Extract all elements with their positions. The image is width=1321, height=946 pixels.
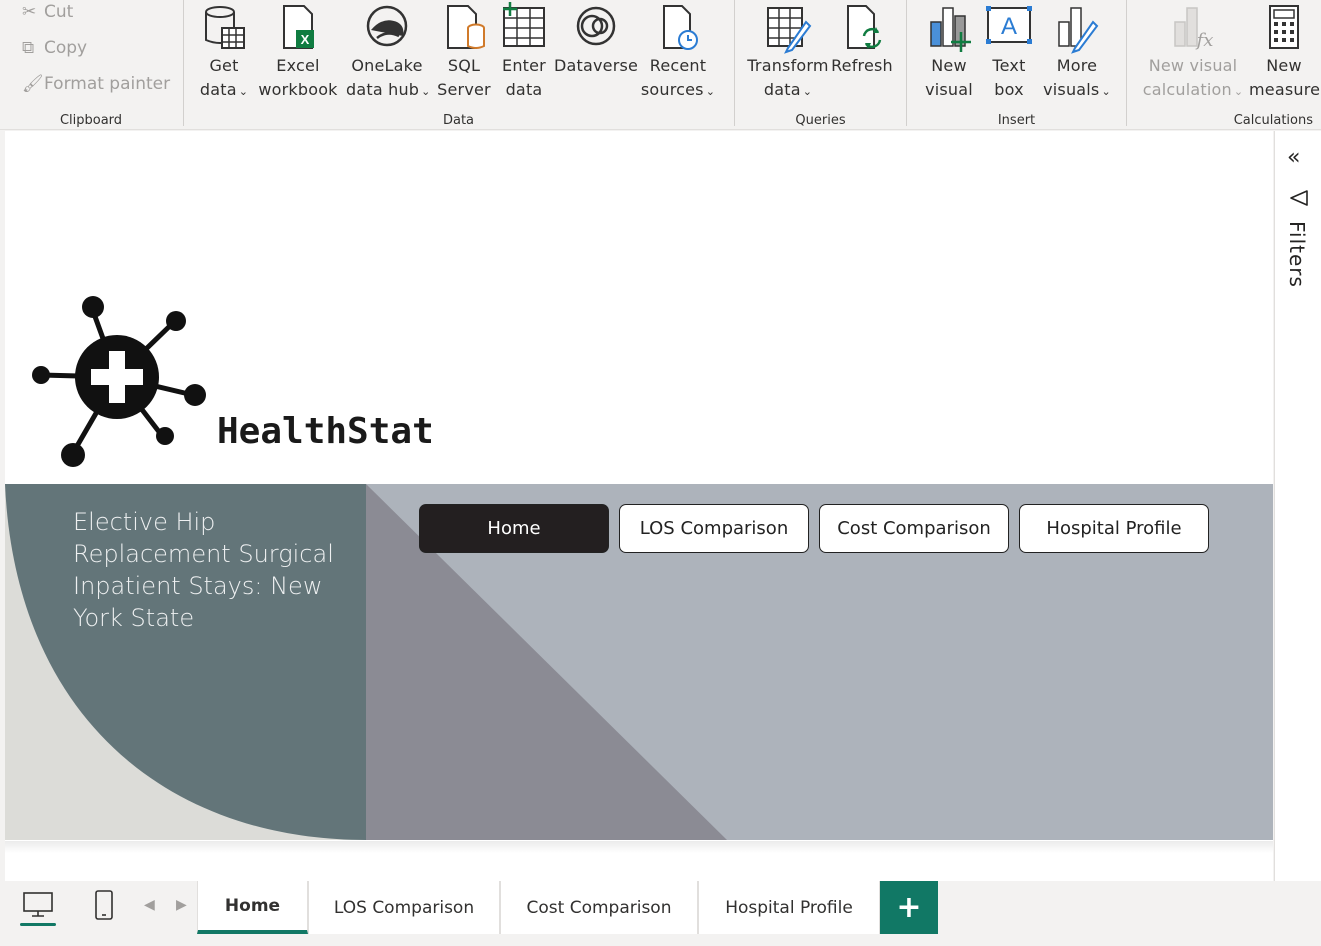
collapse-double-chevron-icon[interactable]: « <box>1287 145 1300 170</box>
dataverse-icon <box>576 6 616 46</box>
filters-label: Filters <box>1285 221 1309 288</box>
onelake-data-hub-button[interactable]: OneLake data hub ⌄ <box>346 0 431 104</box>
scissors-icon: ✂ <box>22 2 37 22</box>
powerbi-window: ✂ Cut ⧉ Copy 🖌Format painter Clipboard Get… <box>0 0 1321 946</box>
text-box-icon: A <box>986 6 1032 44</box>
copy-icon: ⧉ <box>22 38 35 58</box>
tab-home[interactable]: Home <box>197 881 308 934</box>
table-add-icon <box>503 2 545 47</box>
refresh-icon <box>847 5 882 49</box>
scroll-right-icon[interactable]: ▶ <box>176 897 187 913</box>
add-page-button[interactable]: + <box>880 881 938 934</box>
group-label-calculations: Calculations <box>1233 113 1313 128</box>
chevron-down-icon: ⌄ <box>421 85 431 98</box>
nav-button-home[interactable]: Home <box>419 504 609 553</box>
transform-data-button[interactable]: Transform data ⌄ <box>747 0 829 104</box>
report-canvas: HealthStat Elective Hip Replacement Surg… <box>0 131 1274 881</box>
chevron-down-icon: ⌄ <box>1233 85 1244 98</box>
data-group: Get data ⌄ X Excel workbook OneLake data … <box>184 0 733 130</box>
scroll-left-icon[interactable]: ◀ <box>144 897 155 913</box>
excel-icon: X <box>283 5 314 49</box>
excel-workbook-button[interactable]: X Excel workbook <box>258 0 338 102</box>
healthstat-logo-icon <box>32 296 206 467</box>
more-visuals-icon <box>1058 7 1099 54</box>
more-visuals-button[interactable]: More visuals ⌄ <box>1039 0 1115 104</box>
chevron-down-icon: ⌄ <box>705 85 716 98</box>
page-tab-bar: ◀ ▶ Home LOS Comparison Cost Comparison … <box>0 881 1321 946</box>
enter-data-button[interactable]: Enter data <box>498 0 550 102</box>
paintbrush-icon: 🖌 <box>22 74 44 94</box>
onelake-icon <box>366 5 408 47</box>
format-painter-button[interactable]: 🖌Format painter <box>22 74 170 94</box>
report-title: Elective Hip Replacement Surgical Inpati… <box>73 508 334 632</box>
filters-pane[interactable]: « Filters <box>1274 131 1321 881</box>
tab-cost-comparison[interactable]: Cost Comparison <box>500 881 698 934</box>
desktop-view-icon[interactable] <box>22 889 54 919</box>
mobile-view-icon[interactable] <box>92 889 116 921</box>
dataverse-button[interactable]: Dataverse <box>554 0 638 78</box>
recent-sources-icon <box>663 5 698 50</box>
new-visual-calculation-button[interactable]: fx New visual calculation ⌄ <box>1137 0 1249 104</box>
filter-funnel-icon <box>1290 190 1308 206</box>
database-table-icon <box>205 6 245 49</box>
group-label-queries: Queries <box>795 113 846 128</box>
svg-text:A: A <box>1001 13 1017 40</box>
queries-group: Transform data ⌄ Refresh Queries <box>735 0 906 130</box>
calculator-icon <box>1269 5 1299 49</box>
calculations-group: fx New visual calculation ⌄ New measure C… <box>1127 0 1321 130</box>
nav-button-cost-comparison[interactable]: Cost Comparison <box>819 504 1009 553</box>
svg-text:X: X <box>301 32 310 47</box>
recent-sources-button[interactable]: Recent sources ⌄ <box>640 0 716 104</box>
brand-name: HealthStat <box>217 411 434 452</box>
sql-server-button[interactable]: SQL Server <box>436 0 492 102</box>
svg-text:fx: fx <box>1195 30 1214 51</box>
transform-data-icon <box>767 7 812 54</box>
text-box-button[interactable]: A Text box <box>983 0 1035 102</box>
refresh-button[interactable]: Refresh <box>831 0 893 78</box>
group-label-data: Data <box>442 113 475 128</box>
group-label-clipboard: Clipboard <box>59 113 123 128</box>
get-data-button[interactable]: Get data ⌄ <box>196 0 252 104</box>
nav-button-hospital-profile[interactable]: Hospital Profile <box>1019 504 1209 553</box>
report-page[interactable]: HealthStat Elective Hip Replacement Surg… <box>5 131 1273 841</box>
tab-los-comparison[interactable]: LOS Comparison <box>308 881 500 934</box>
new-visual-button[interactable]: New visual <box>921 0 977 102</box>
ribbon: ✂ Cut ⧉ Copy 🖌Format painter Clipboard Get… <box>0 0 1321 130</box>
chevron-down-icon: ⌄ <box>802 85 813 98</box>
active-view-indicator <box>20 923 56 926</box>
nav-button-los-comparison[interactable]: LOS Comparison <box>619 504 809 553</box>
new-visual-icon <box>930 7 971 52</box>
cut-button[interactable]: ✂ Cut <box>22 2 73 22</box>
tab-hospital-profile[interactable]: Hospital Profile <box>698 881 880 934</box>
insert-group: New visual A Text box More visuals ⌄ Inse… <box>907 0 1126 130</box>
copy-button[interactable]: ⧉ Copy <box>22 38 87 58</box>
page-bottom-edge <box>5 841 1273 881</box>
chevron-down-icon: ⌄ <box>1101 85 1111 98</box>
new-measure-button[interactable]: New measure <box>1249 0 1320 102</box>
header-banner: Elective Hip Replacement Surgical Inpati… <box>5 484 1273 840</box>
clipboard-group: ✂ Cut ⧉ Copy 🖌Format painter Clipboard <box>0 0 182 130</box>
chevron-down-icon: ⌄ <box>238 85 249 98</box>
group-label-insert: Insert <box>997 113 1036 128</box>
visual-calculation-icon: fx <box>1174 7 1214 51</box>
sql-server-icon <box>447 5 485 49</box>
